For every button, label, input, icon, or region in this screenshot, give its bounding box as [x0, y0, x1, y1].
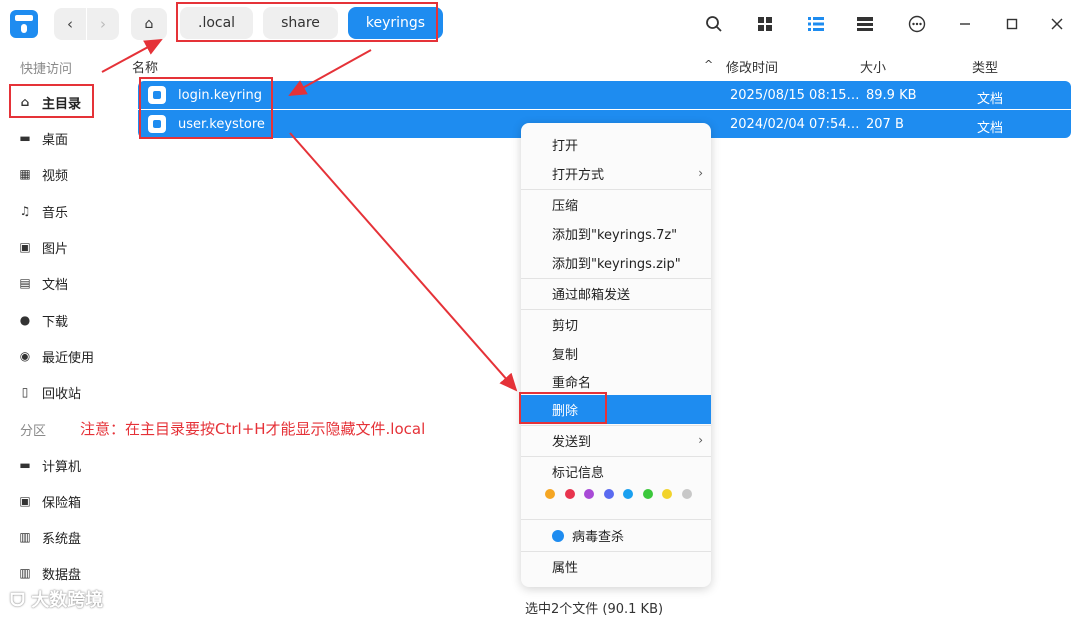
annotation-arrows	[101, 39, 518, 392]
watermark-text: 大数跨境	[31, 590, 104, 611]
watermark: ᗜ 大数跨境	[10, 586, 103, 612]
annotation-arrow	[101, 39, 163, 73]
annotation-arrow	[289, 132, 518, 392]
annotation-arrow	[288, 49, 372, 96]
watermark-logo-icon: ᗜ	[10, 590, 32, 611]
